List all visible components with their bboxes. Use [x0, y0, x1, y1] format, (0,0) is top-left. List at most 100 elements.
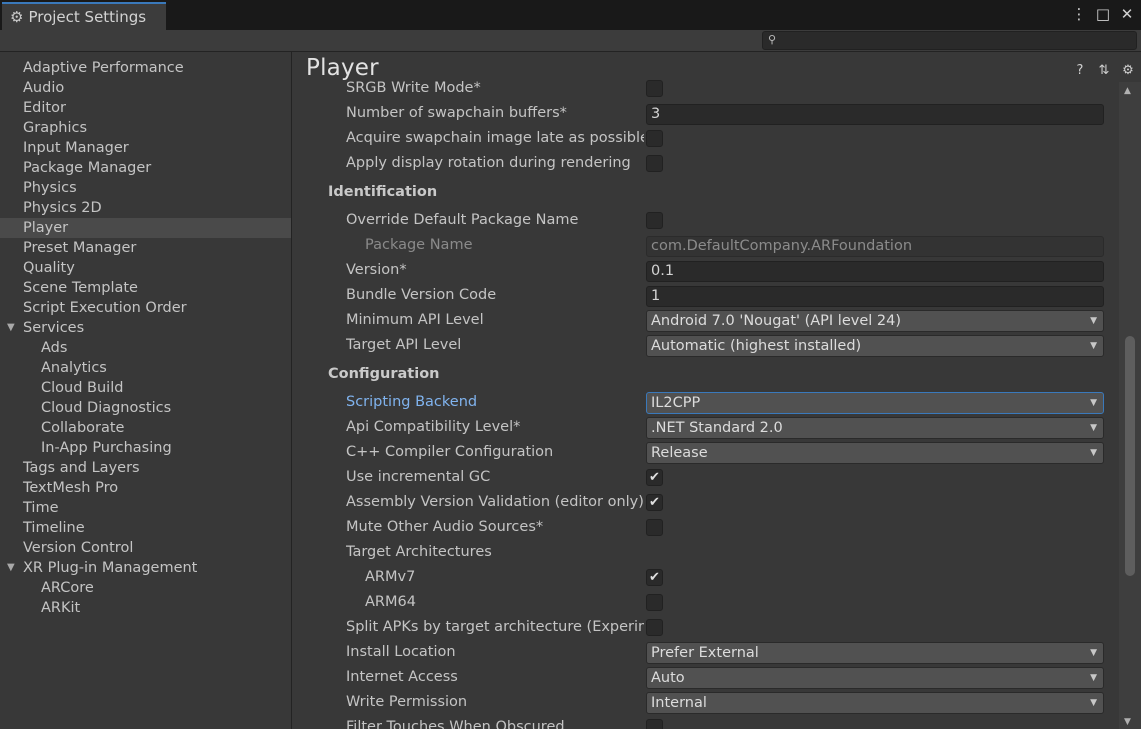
sidebar-item-script-execution-order[interactable]: Script Execution Order [0, 298, 291, 318]
dropdown-value: Internal [651, 695, 707, 711]
setting-row-mute-other-audio-sources: Mute Other Audio Sources* [306, 516, 1119, 541]
sidebar-item-label: Script Execution Order [23, 300, 187, 316]
sidebar-item-quality[interactable]: Quality [0, 258, 291, 278]
maximize-icon[interactable]: □ [1095, 5, 1111, 23]
sidebar-item-xr-plug-in-management[interactable]: ▼ XR Plug-in Management [0, 558, 291, 578]
sidebar-item-services[interactable]: ▼ Services [0, 318, 291, 338]
sidebar-item-ads[interactable]: Ads [0, 338, 291, 358]
gear-icon: ⚙ [10, 7, 24, 26]
acquire-swapchain-image-late-as-possible-checkbox[interactable] [646, 130, 663, 147]
sidebar-item-label: Services [23, 320, 85, 336]
armv7-checkbox[interactable]: ✔ [646, 569, 663, 586]
sidebar-item-graphics[interactable]: Graphics [0, 118, 291, 138]
sidebar-item-label: ARKit [41, 600, 81, 616]
filter-touches-when-obscured-checkbox[interactable] [646, 719, 663, 729]
internet-access-dropdown[interactable]: Auto ▼ [646, 667, 1104, 689]
sidebar-item-editor[interactable]: Editor [0, 98, 291, 118]
setting-label: Api Compatibility Level* [346, 419, 521, 435]
bundle-version-code-field[interactable]: 1 [646, 286, 1104, 307]
setting-label: Internet Access [346, 669, 458, 685]
number-of-swapchain-buffers-field[interactable]: 3 [646, 104, 1104, 125]
player-settings-panel: Player ? ⇅ ⚙ SRGB Write Mode* Number of s… [293, 52, 1141, 729]
sidebar-item-input-manager[interactable]: Input Manager [0, 138, 291, 158]
scroll-down-arrow-icon[interactable]: ▼ [1124, 717, 1131, 727]
header-icons: ? ⇅ ⚙ [1073, 63, 1135, 78]
sidebar-item-label: Editor [23, 100, 66, 116]
sidebar-item-label: XR Plug-in Management [23, 560, 198, 576]
setting-label: Assembly Version Validation (editor only… [346, 494, 644, 510]
scripting-backend-dropdown[interactable]: IL2CPP ▼ [646, 392, 1104, 414]
c-compiler-configuration-dropdown[interactable]: Release ▼ [646, 442, 1104, 464]
sidebar-item-cloud-diagnostics[interactable]: Cloud Diagnostics [0, 398, 291, 418]
sidebar-item-collaborate[interactable]: Collaborate [0, 418, 291, 438]
chevron-down-icon: ▼ [1090, 648, 1097, 658]
sidebar-item-tags-and-layers[interactable]: Tags and Layers [0, 458, 291, 478]
sidebar-item-cloud-build[interactable]: Cloud Build [0, 378, 291, 398]
mute-other-audio-sources-checkbox[interactable] [646, 519, 663, 536]
sidebar-item-label: Collaborate [41, 420, 125, 436]
chevron-down-icon: ▼ [1090, 316, 1097, 326]
expand-arrow-icon[interactable]: ▼ [7, 558, 15, 578]
sidebar-item-label: Version Control [23, 540, 134, 556]
scrollbar-thumb[interactable] [1125, 336, 1135, 576]
sidebar-item-package-manager[interactable]: Package Manager [0, 158, 291, 178]
vertical-scrollbar[interactable]: ▲ ▼ [1119, 82, 1141, 729]
setting-row-split-apks-by-target-architecture-experimental: Split APKs by target architecture (Exper… [306, 616, 1119, 641]
sidebar-item-timeline[interactable]: Timeline [0, 518, 291, 538]
sidebar-item-physics[interactable]: Physics [0, 178, 291, 198]
setting-row-bundle-version-code: Bundle Version Code 1 [306, 284, 1119, 309]
setting-row-minimum-api-level: Minimum API Level Android 7.0 'Nougat' (A… [306, 309, 1119, 334]
sidebar-item-version-control[interactable]: Version Control [0, 538, 291, 558]
sidebar-item-label: Cloud Build [41, 380, 124, 396]
version-field[interactable]: 0.1 [646, 261, 1104, 282]
sidebar-item-preset-manager[interactable]: Preset Manager [0, 238, 291, 258]
search-icon: ⚲ [768, 33, 777, 46]
minimum-api-level-dropdown[interactable]: Android 7.0 'Nougat' (API level 24) ▼ [646, 310, 1104, 332]
override-default-package-name-checkbox[interactable] [646, 212, 663, 229]
sidebar-item-textmesh-pro[interactable]: TextMesh Pro [0, 478, 291, 498]
project-settings-tab[interactable]: ⚙ Project Settings [2, 2, 166, 30]
more-options-icon[interactable]: ⋮ [1071, 5, 1087, 23]
sidebar-item-time[interactable]: Time [0, 498, 291, 518]
help-icon[interactable]: ? [1073, 63, 1087, 78]
chevron-down-icon: ▼ [1090, 698, 1097, 708]
setting-label: Target Architectures [346, 544, 492, 560]
setting-row-package-name: Package Name com.DefaultCompany.ARFoundat… [306, 234, 1119, 259]
package-name-field: com.DefaultCompany.ARFoundation [646, 236, 1104, 257]
settings-icon[interactable]: ⚙ [1121, 63, 1135, 78]
close-icon[interactable]: ✕ [1119, 5, 1135, 23]
scroll-up-arrow-icon[interactable]: ▲ [1124, 86, 1131, 96]
chevron-down-icon: ▼ [1090, 673, 1097, 683]
sidebar-item-analytics[interactable]: Analytics [0, 358, 291, 378]
sidebar-item-physics-2d[interactable]: Physics 2D [0, 198, 291, 218]
setting-label: Apply display rotation during rendering [346, 155, 631, 171]
apply-display-rotation-during-rendering-checkbox[interactable] [646, 155, 663, 172]
sidebar-item-arcore[interactable]: ARCore [0, 578, 291, 598]
install-location-dropdown[interactable]: Prefer External ▼ [646, 642, 1104, 664]
arm64-checkbox[interactable] [646, 594, 663, 611]
sidebar-item-scene-template[interactable]: Scene Template [0, 278, 291, 298]
api-compatibility-level-dropdown[interactable]: .NET Standard 2.0 ▼ [646, 417, 1104, 439]
sidebar-item-player[interactable]: Player [0, 218, 291, 238]
sidebar-item-in-app-purchasing[interactable]: In-App Purchasing [0, 438, 291, 458]
srgb-write-mode-checkbox[interactable] [646, 80, 663, 97]
setting-row-filter-touches-when-obscured: Filter Touches When Obscured [306, 716, 1119, 729]
sidebar-item-audio[interactable]: Audio [0, 78, 291, 98]
split-apks-by-target-architecture-experimental-checkbox[interactable] [646, 619, 663, 636]
presets-icon[interactable]: ⇅ [1097, 63, 1111, 78]
section-header-identification[interactable]: Identification [328, 184, 437, 200]
setting-row-write-permission: Write Permission Internal ▼ [306, 691, 1119, 716]
setting-row-c-compiler-configuration: C++ Compiler Configuration Release ▼ [306, 441, 1119, 466]
search-input[interactable]: ⚲ [762, 31, 1137, 50]
sidebar-item-adaptive-performance[interactable]: Adaptive Performance [0, 58, 291, 78]
write-permission-dropdown[interactable]: Internal ▼ [646, 692, 1104, 714]
use-incremental-gc-checkbox[interactable]: ✔ [646, 469, 663, 486]
dropdown-value: IL2CPP [651, 395, 701, 411]
target-api-level-dropdown[interactable]: Automatic (highest installed) ▼ [646, 335, 1104, 357]
sidebar-item-arkit[interactable]: ARKit [0, 598, 291, 618]
assembly-version-validation-editor-only-checkbox[interactable]: ✔ [646, 494, 663, 511]
expand-arrow-icon[interactable]: ▼ [7, 318, 15, 338]
setting-row-install-location: Install Location Prefer External ▼ [306, 641, 1119, 666]
settings-scroll-area: SRGB Write Mode* Number of swapchain buff… [306, 80, 1119, 729]
section-header-configuration[interactable]: Configuration [328, 366, 440, 382]
